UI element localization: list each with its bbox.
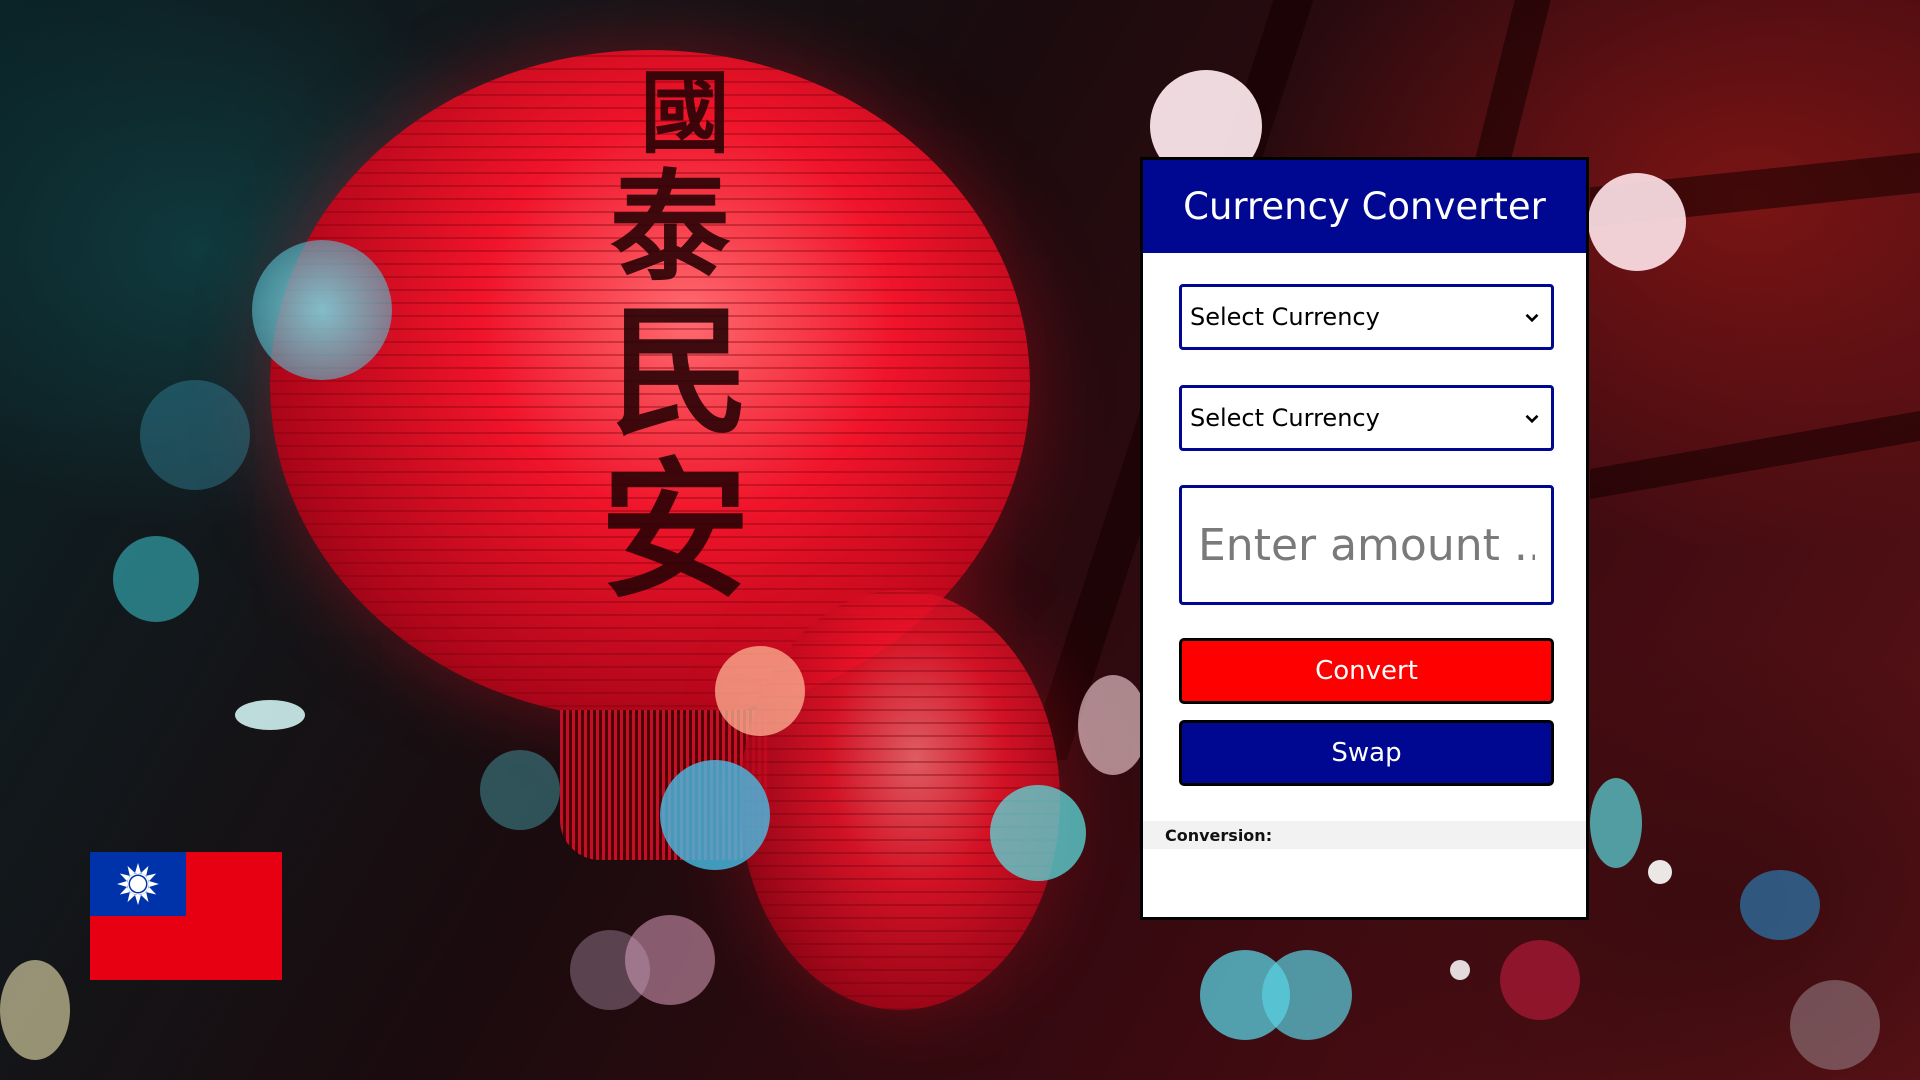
ceiling-beam [1590, 410, 1920, 500]
conversion-label: Conversion: [1165, 825, 1273, 845]
chevron-down-icon [1525, 414, 1539, 424]
to-currency-value: Select Currency [1190, 404, 1380, 432]
swap-button[interactable]: Swap [1179, 720, 1554, 786]
bokeh-light [990, 785, 1086, 881]
lantern-glyph: 安 [600, 443, 751, 619]
bokeh-light [235, 700, 305, 730]
background-photo: 國 泰 民 安 [0, 0, 1920, 1080]
bokeh-light [660, 760, 770, 870]
amount-input[interactable] [1179, 485, 1554, 605]
bokeh-light [480, 750, 560, 830]
bokeh-light [1500, 940, 1580, 1020]
conversion-result: Conversion: [1143, 821, 1586, 849]
bokeh-light [1588, 173, 1686, 271]
bokeh-light [140, 380, 250, 490]
bokeh-light [1262, 950, 1352, 1040]
bokeh-light [252, 240, 392, 380]
from-currency-value: Select Currency [1190, 303, 1380, 331]
bokeh-light [1648, 860, 1672, 884]
swap-button-label: Swap [1331, 738, 1402, 768]
card-header: Currency Converter [1143, 160, 1586, 253]
to-currency-select[interactable]: Select Currency [1179, 385, 1554, 451]
bokeh-light [715, 646, 805, 736]
bokeh-light [1790, 980, 1880, 1070]
bokeh-light [1078, 675, 1148, 775]
chevron-down-icon [1525, 313, 1539, 323]
white-sun-icon [117, 863, 159, 905]
bokeh-light [113, 536, 199, 622]
bokeh-light [570, 930, 650, 1010]
from-currency-select[interactable]: Select Currency [1179, 284, 1554, 350]
bokeh-light [1740, 870, 1820, 940]
bokeh-light [1450, 960, 1470, 980]
flag-canton [90, 852, 186, 916]
currency-converter-card: Currency Converter Select Currency Selec… [1140, 157, 1589, 920]
flag-of-taiwan [90, 852, 282, 980]
convert-button[interactable]: Convert [1179, 638, 1554, 704]
page-title: Currency Converter [1183, 185, 1546, 228]
bokeh-light [1590, 778, 1642, 868]
bokeh-light [0, 960, 70, 1060]
convert-button-label: Convert [1315, 656, 1418, 686]
